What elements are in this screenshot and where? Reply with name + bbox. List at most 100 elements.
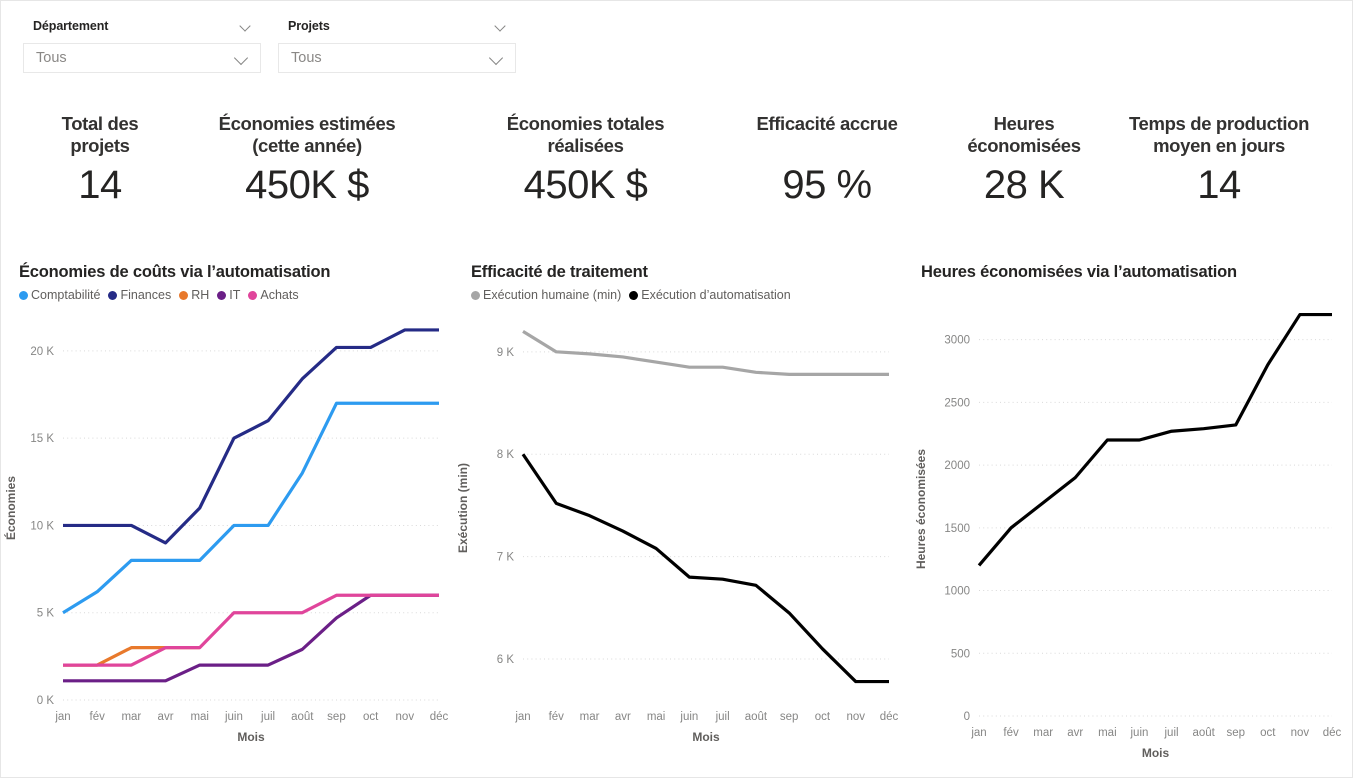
kpi-economies-totales-realisees[interactable]: Économies totales réalisées 450K $ xyxy=(463,113,708,205)
kpi-label: Efficacité accrue xyxy=(756,113,898,134)
svg-text:oct: oct xyxy=(363,711,379,723)
svg-text:déc: déc xyxy=(880,711,899,723)
svg-text:sep: sep xyxy=(327,711,346,723)
svg-text:jan: jan xyxy=(54,711,70,723)
svg-text:sep: sep xyxy=(780,711,799,723)
svg-text:Heures économisées: Heures économisées xyxy=(914,449,928,569)
legend-label: RH xyxy=(191,288,210,302)
kpi-heures-economisees[interactable]: Heures économisées 28 K xyxy=(949,113,1099,205)
legend-color-dot xyxy=(179,290,189,300)
legend-label: Exécution d’automatisation xyxy=(641,288,791,302)
chart-plot-area[interactable]: 0 K 5 K 10 K 15 K 20 K jan fév mar avr mai juin jui… xyxy=(1,310,453,758)
kpi-value: 14 xyxy=(1197,163,1241,208)
legend-color-dot xyxy=(629,290,639,300)
kpi-value: 95 % xyxy=(782,163,872,208)
svg-text:juil: juil xyxy=(715,711,730,723)
svg-text:Exécution (min): Exécution (min) xyxy=(456,463,470,553)
kpi-label: Économies estimées (cette année) xyxy=(218,113,396,156)
svg-text:Mois: Mois xyxy=(1142,746,1170,760)
svg-text:mar: mar xyxy=(121,711,141,723)
legend-item-4[interactable]: Achats xyxy=(248,288,299,302)
legend-color-dot xyxy=(108,290,118,300)
chevron-down-icon[interactable] xyxy=(235,53,251,64)
legend-label: Comptabilité xyxy=(31,288,101,302)
svg-text:nov: nov xyxy=(1291,727,1310,739)
kpi-value: 450K $ xyxy=(245,163,369,208)
legend-color-dot xyxy=(217,290,227,300)
svg-text:2000: 2000 xyxy=(944,460,970,472)
kpi-efficacite-accrue[interactable]: Efficacité accrue 95 % xyxy=(717,113,937,205)
svg-text:8 K: 8 K xyxy=(497,449,515,461)
dashboard-page: Département Tous Projets Tous Total des p… xyxy=(0,0,1353,778)
kpi-value: 28 K xyxy=(983,163,1065,208)
chevron-down-icon[interactable] xyxy=(240,22,253,30)
legend-color-dot xyxy=(471,290,480,300)
chart-plot-area[interactable]: 6 K 7 K 8 K 9 K jan fév mar avr mai juin juil août s… xyxy=(453,310,903,758)
chart-legend[interactable]: Comptabilité Finances RH IT Achats xyxy=(19,286,453,304)
slicer-projets-header[interactable]: Projets xyxy=(278,13,516,39)
chart-title: Économies de coûts via l’automatisation xyxy=(19,263,331,281)
legend-item-1[interactable]: Finances xyxy=(108,288,171,302)
svg-text:mar: mar xyxy=(1033,727,1053,739)
chevron-down-icon[interactable] xyxy=(490,53,506,64)
slicer-departement-header[interactable]: Département xyxy=(23,13,261,39)
chart-panel-heures-economisees: Heures économisées via l’automatisation … xyxy=(903,263,1353,773)
svg-text:Économies: Économies xyxy=(3,476,18,540)
slicer-departement[interactable]: Département Tous xyxy=(23,13,261,73)
legend-color-dot xyxy=(248,290,258,300)
svg-text:5 K: 5 K xyxy=(37,608,55,620)
svg-text:6 K: 6 K xyxy=(497,654,515,666)
svg-text:mar: mar xyxy=(580,711,600,723)
legend-item-0[interactable]: Exécution humaine (min) xyxy=(471,288,621,302)
svg-text:juil: juil xyxy=(1164,727,1179,739)
svg-text:fév: fév xyxy=(549,711,565,723)
svg-text:fév: fév xyxy=(90,711,106,723)
legend-item-1[interactable]: Exécution d’automatisation xyxy=(629,288,791,302)
legend-item-2[interactable]: RH xyxy=(179,288,209,302)
slicer-projets-dropdown[interactable]: Tous xyxy=(278,43,516,73)
chart-panel-economies-de-couts: Économies de coûts via l’automatisation … xyxy=(1,263,453,773)
kpi-temps-de-production-moyen[interactable]: Temps de production moyen en jours 14 xyxy=(1101,113,1337,205)
chevron-down-icon[interactable] xyxy=(495,22,508,30)
svg-text:0 K: 0 K xyxy=(37,695,55,707)
chart-panel-efficacite-de-traitement: Efficacité de traitement Exécution humai… xyxy=(453,263,903,773)
svg-text:Mois: Mois xyxy=(692,730,720,744)
svg-text:9 K: 9 K xyxy=(497,347,515,359)
svg-text:1000: 1000 xyxy=(944,586,970,598)
kpi-label: Économies totales réalisées xyxy=(506,113,665,156)
svg-text:mai: mai xyxy=(647,711,666,723)
svg-text:avr: avr xyxy=(615,711,631,723)
svg-text:jan: jan xyxy=(970,727,986,739)
legend-label: Exécution humaine (min) xyxy=(483,288,622,302)
svg-text:juin: juin xyxy=(679,711,698,723)
kpi-economies-estimees[interactable]: Économies estimées (cette année) 450K $ xyxy=(181,113,433,205)
kpi-label: Heures économisées xyxy=(967,113,1081,156)
svg-text:oct: oct xyxy=(1260,727,1276,739)
svg-text:juin: juin xyxy=(224,711,243,723)
slicer-departement-title: Département xyxy=(33,19,109,33)
kpi-label: Total des projets xyxy=(61,113,139,156)
slicer-projets-value: Tous xyxy=(291,50,322,66)
svg-text:7 K: 7 K xyxy=(497,552,515,564)
slicer-projets-title: Projets xyxy=(288,19,330,33)
slicer-projets[interactable]: Projets Tous xyxy=(278,13,516,73)
svg-text:nov: nov xyxy=(396,711,415,723)
legend-label: IT xyxy=(229,288,241,302)
svg-text:10 K: 10 K xyxy=(30,520,54,532)
svg-text:avr: avr xyxy=(158,711,174,723)
legend-item-0[interactable]: Comptabilité xyxy=(19,288,100,302)
svg-text:Mois: Mois xyxy=(237,730,265,744)
slicer-departement-dropdown[interactable]: Tous xyxy=(23,43,261,73)
svg-text:1500: 1500 xyxy=(944,523,970,535)
svg-text:nov: nov xyxy=(846,711,865,723)
chart-plot-area[interactable]: 0 500 1000 1500 2000 2500 3000 jan fév mar avr mai j… xyxy=(903,292,1353,774)
legend-label: Finances xyxy=(120,288,172,302)
svg-text:3000: 3000 xyxy=(944,335,970,347)
legend-item-3[interactable]: IT xyxy=(217,288,240,302)
kpi-value: 14 xyxy=(78,163,122,208)
slicer-departement-value: Tous xyxy=(36,50,67,66)
chart-legend[interactable]: Exécution humaine (min) Exécution d’autom… xyxy=(471,286,903,304)
chart-title: Efficacité de traitement xyxy=(471,263,648,281)
kpi-value: 450K $ xyxy=(523,163,648,208)
kpi-total-des-projets[interactable]: Total des projets 14 xyxy=(29,113,171,205)
